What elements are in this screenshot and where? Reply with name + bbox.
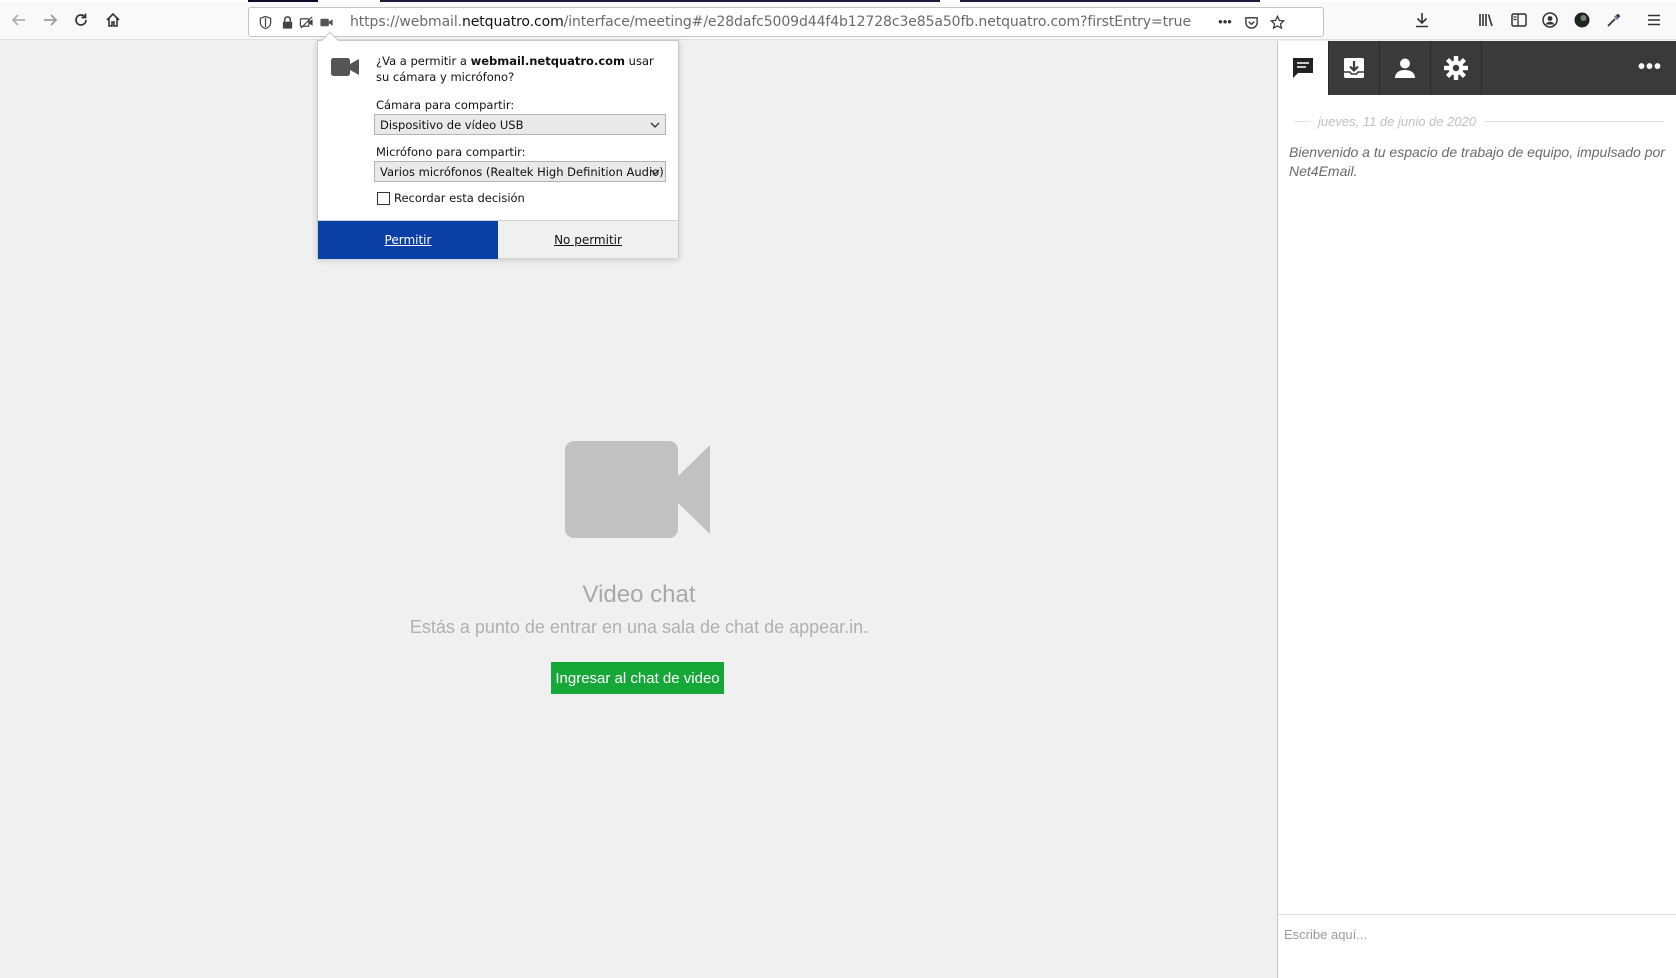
back-button[interactable] <box>6 7 32 33</box>
bookmark-star-button[interactable] <box>1269 14 1285 30</box>
url-text[interactable]: https://webmail.netquatro.com/interface/… <box>350 14 1191 30</box>
pocket-button[interactable] <box>1243 14 1259 30</box>
chevron-down-icon <box>650 122 660 128</box>
microphone-select[interactable]: Varios micrófonos (Realtek High Definiti… <box>374 161 666 182</box>
remember-decision-checkbox[interactable] <box>377 192 390 205</box>
permission-question: ¿Va a permitir a webmail.netquatro.com u… <box>376 54 654 84</box>
camera-permission-icon[interactable] <box>318 14 334 30</box>
join-video-chat-button[interactable]: Ingresar al chat de video <box>551 662 724 694</box>
library-icon <box>1479 14 1493 27</box>
reload-button[interactable] <box>68 7 94 33</box>
extension-button[interactable] <box>1572 10 1592 30</box>
url-bar[interactable]: https://webmail.netquatro.com/interface/… <box>248 7 1324 37</box>
downloads-button[interactable] <box>1412 10 1432 30</box>
camera-mic-permission-popup: ¿Va a permitir a webmail.netquatro.com u… <box>317 31 679 259</box>
team-workspace-panel: ••• jueves, 11 de junio de 2020 Bienveni… <box>1277 41 1676 978</box>
account-icon <box>1542 12 1558 28</box>
hamburger-icon <box>1648 14 1660 26</box>
arrow-right-icon <box>44 14 58 26</box>
tab-inbox[interactable] <box>1329 41 1380 95</box>
video-camera-icon <box>565 441 710 538</box>
video-chat-subtitle: Estás a punto de entrar en una sala de c… <box>409 617 869 637</box>
more-horizontal-icon: ••• <box>1218 13 1232 29</box>
tab-chat[interactable] <box>1278 41 1329 95</box>
tab-contacts[interactable] <box>1380 41 1431 95</box>
sidebar-button[interactable] <box>1509 10 1529 30</box>
tab-strip <box>0 0 1676 2</box>
account-button[interactable] <box>1540 10 1560 30</box>
page-actions-button[interactable]: ••• <box>1215 13 1235 29</box>
camera-select[interactable]: Dispositivo de vídeo USB <box>374 114 666 135</box>
panel-more-button[interactable]: ••• <box>1635 55 1665 78</box>
popup-button-row: Permitir No permitir <box>318 220 678 259</box>
arrow-left-icon <box>11 14 25 26</box>
library-button[interactable] <box>1476 10 1496 30</box>
chat-icon <box>1293 58 1313 78</box>
pocket-icon <box>1244 16 1258 29</box>
chat-message-input[interactable] <box>1284 921 1664 947</box>
reload-icon <box>75 13 87 26</box>
star-icon <box>1269 14 1285 29</box>
remember-decision-label[interactable]: Recordar esta decisión <box>394 191 525 205</box>
menu-button[interactable] <box>1644 10 1664 30</box>
browser-toolbar: https://webmail.netquatro.com/interface/… <box>0 0 1676 40</box>
user-icon <box>1395 58 1415 78</box>
panel-tab-bar: ••• <box>1278 41 1676 95</box>
allow-button[interactable]: Permitir <box>318 221 498 259</box>
inbox-download-icon <box>1344 58 1364 78</box>
gear-icon <box>1444 56 1468 80</box>
lock-icon[interactable] <box>279 14 295 30</box>
tracking-shield-icon[interactable] <box>257 14 273 30</box>
download-icon <box>1416 13 1428 28</box>
mic-select-label: Micrófono para compartir: <box>376 145 526 159</box>
home-icon <box>106 12 120 27</box>
chat-compose-area <box>1278 914 1676 978</box>
more-horizontal-icon: ••• <box>1637 55 1662 78</box>
deny-button[interactable]: No permitir <box>498 221 678 259</box>
forward-button[interactable] <box>37 7 63 33</box>
sidebar-icon <box>1511 13 1527 27</box>
date-separator: jueves, 11 de junio de 2020 <box>1294 111 1664 131</box>
camera-blocked-icon[interactable] <box>298 14 314 30</box>
tab-settings[interactable] <box>1431 41 1482 95</box>
date-label: jueves, 11 de junio de 2020 <box>1318 113 1477 129</box>
home-button[interactable] <box>100 7 126 33</box>
camera-select-label: Cámara para compartir: <box>376 98 515 112</box>
welcome-message: Bienvenido a tu espacio de trabajo de eq… <box>1289 144 1665 179</box>
camera-select-value: Dispositivo de vídeo USB <box>380 117 524 132</box>
camera-icon <box>331 58 359 76</box>
extension-circle-icon <box>1574 12 1590 28</box>
video-chat-title: Video chat <box>582 581 696 608</box>
chevron-down-icon <box>650 169 660 175</box>
eyedropper-button[interactable] <box>1604 10 1624 30</box>
mic-select-value: Varios micrófonos (Realtek High Definiti… <box>380 164 664 179</box>
eyedropper-icon <box>1607 13 1621 27</box>
